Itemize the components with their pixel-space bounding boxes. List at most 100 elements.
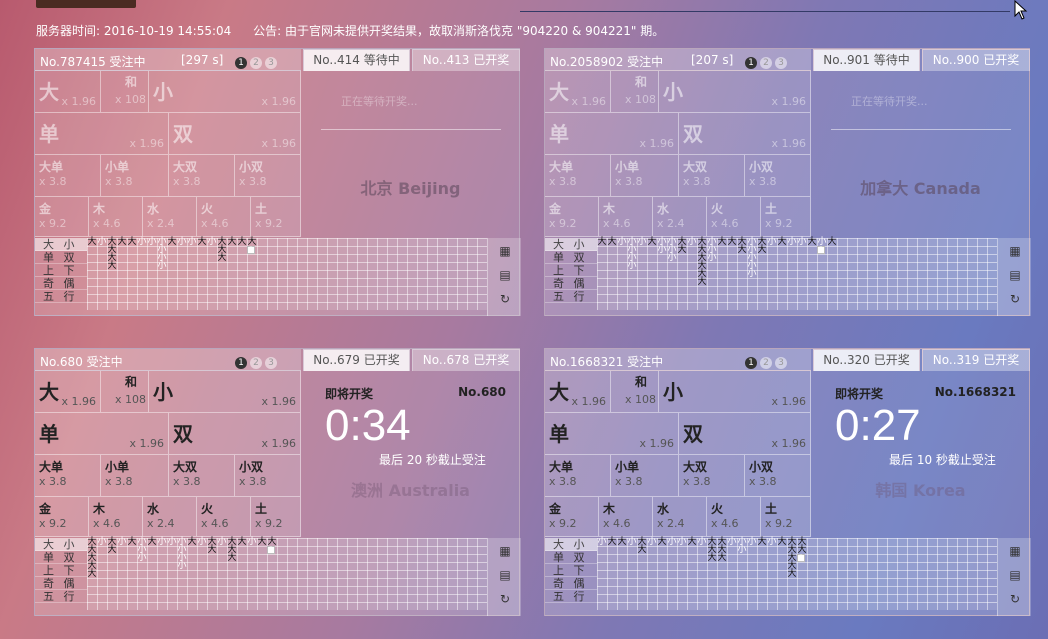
bet-dan[interactable]: 单 x 1.96 [35, 113, 169, 155]
pagination-dot[interactable]: 1 [745, 57, 757, 69]
bet-tu[interactable]: 土x 9.2 [761, 197, 811, 237]
bet-huo[interactable]: 火x 4.6 [707, 197, 761, 237]
tab-previous-draw[interactable]: No..900 已开奖 [922, 49, 1030, 71]
tab-current-draw[interactable]: No..320 已开奖 [813, 349, 920, 371]
bet-da[interactable]: 大x 1.96 [35, 371, 101, 413]
bet-shuang[interactable]: 双 x 1.96 [679, 113, 811, 155]
bet-huo[interactable]: 火x 4.6 [197, 497, 251, 537]
bet-xiaoshuang[interactable]: 小双 x 3.8 [745, 455, 811, 497]
grid-icon[interactable]: ▦ [498, 244, 512, 258]
bet-xiaodan[interactable]: 小单 x 3.8 [611, 155, 679, 197]
trend-row-label[interactable]: 五 行 [35, 290, 87, 303]
bet-huo[interactable]: 火x 4.6 [707, 497, 761, 537]
grid-icon[interactable]: ▦ [498, 544, 512, 558]
bet-jin[interactable]: 金x 9.2 [545, 197, 599, 237]
bet-shuang[interactable]: 双 x 1.96 [679, 413, 811, 455]
bet-dashuang[interactable]: 大双 x 3.8 [679, 155, 745, 197]
bet-xiaoshuang[interactable]: 小双 x 3.8 [235, 455, 301, 497]
pagination-dot[interactable]: 2 [760, 57, 772, 69]
bet-xiaodan[interactable]: 小单 x 3.8 [101, 155, 169, 197]
pagination-dot[interactable]: 2 [760, 357, 772, 369]
bet-dadan[interactable]: 大单 x 3.8 [35, 155, 101, 197]
trend-row-label[interactable]: 单 双 [35, 251, 87, 264]
tab-previous-draw[interactable]: No..319 已开奖 [922, 349, 1030, 371]
trend-row-label[interactable]: 五 行 [545, 590, 597, 603]
trend-row-label[interactable]: 五 行 [35, 590, 87, 603]
bet-shui[interactable]: 水x 2.4 [653, 497, 707, 537]
trend-row-label[interactable]: 上 下 [545, 564, 597, 577]
bet-he[interactable]: 和 x 108 [611, 71, 659, 113]
bet-mu[interactable]: 木x 4.6 [89, 197, 143, 237]
bet-da[interactable]: 大x 1.96 [545, 371, 611, 413]
pagination-dot[interactable]: 2 [250, 357, 262, 369]
trend-row-label[interactable]: 五 行 [545, 290, 597, 303]
bet-shuang[interactable]: 双 x 1.96 [169, 113, 301, 155]
tab-current-draw[interactable]: No..679 已开奖 [303, 349, 410, 371]
pagination-dot[interactable]: 3 [775, 357, 787, 369]
list-icon[interactable]: ▤ [498, 568, 512, 582]
bet-he[interactable]: 和 x 108 [101, 71, 149, 113]
bet-jin[interactable]: 金x 9.2 [35, 197, 89, 237]
tab-current-draw[interactable]: No..414 等待中 [303, 49, 410, 71]
refresh-icon[interactable]: ↻ [498, 592, 512, 606]
bet-jin[interactable]: 金x 9.2 [545, 497, 599, 537]
pagination-dot[interactable]: 3 [265, 357, 277, 369]
bet-xiao[interactable]: 小 x 1.96 [659, 371, 811, 413]
bet-dadan[interactable]: 大单 x 3.8 [545, 155, 611, 197]
trend-row-label[interactable]: 奇 偶 [545, 277, 597, 290]
bet-xiaoshuang[interactable]: 小双 x 3.8 [745, 155, 811, 197]
bet-dashuang[interactable]: 大双 x 3.8 [679, 455, 745, 497]
trend-row-label[interactable]: 上 下 [545, 264, 597, 277]
bet-shui[interactable]: 水x 2.4 [143, 197, 197, 237]
bet-dashuang[interactable]: 大双 x 3.8 [169, 455, 235, 497]
bet-xiao[interactable]: 小 x 1.96 [149, 371, 301, 413]
bet-dan[interactable]: 单 x 1.96 [545, 113, 679, 155]
bet-tu[interactable]: 土x 9.2 [251, 497, 301, 537]
refresh-icon[interactable]: ↻ [1008, 592, 1022, 606]
grid-icon[interactable]: ▦ [1008, 244, 1022, 258]
bet-he[interactable]: 和 x 108 [101, 371, 149, 413]
trend-row-label[interactable]: 大 小 [35, 238, 87, 251]
bet-dadan[interactable]: 大单 x 3.8 [545, 455, 611, 497]
list-icon[interactable]: ▤ [1008, 568, 1022, 582]
bet-shui[interactable]: 水x 2.4 [653, 197, 707, 237]
trend-row-label[interactable]: 大 小 [545, 238, 597, 251]
bet-dadan[interactable]: 大单 x 3.8 [35, 455, 101, 497]
trend-row-label[interactable]: 上 下 [35, 564, 87, 577]
bet-mu[interactable]: 木x 4.6 [89, 497, 143, 537]
bet-dan[interactable]: 单 x 1.96 [35, 413, 169, 455]
trend-row-label[interactable]: 上 下 [35, 264, 87, 277]
trend-row-label[interactable]: 单 双 [35, 551, 87, 564]
list-icon[interactable]: ▤ [1008, 268, 1022, 282]
bet-shuang[interactable]: 双 x 1.96 [169, 413, 301, 455]
trend-row-label[interactable]: 奇 偶 [35, 277, 87, 290]
trend-row-label[interactable]: 奇 偶 [545, 577, 597, 590]
bet-he[interactable]: 和 x 108 [611, 371, 659, 413]
bet-xiao[interactable]: 小 x 1.96 [659, 71, 811, 113]
trend-row-label[interactable]: 奇 偶 [35, 577, 87, 590]
bet-xiao[interactable]: 小 x 1.96 [149, 71, 301, 113]
pagination-dot[interactable]: 1 [745, 357, 757, 369]
refresh-icon[interactable]: ↻ [1008, 292, 1022, 306]
bet-shui[interactable]: 水x 2.4 [143, 497, 197, 537]
bet-tu[interactable]: 土x 9.2 [251, 197, 301, 237]
bet-dan[interactable]: 单 x 1.96 [545, 413, 679, 455]
bet-huo[interactable]: 火x 4.6 [197, 197, 251, 237]
bet-dashuang[interactable]: 大双 x 3.8 [169, 155, 235, 197]
bet-xiaodan[interactable]: 小单 x 3.8 [101, 455, 169, 497]
pagination-dot[interactable]: 3 [265, 57, 277, 69]
tab-current-draw[interactable]: No..901 等待中 [813, 49, 920, 71]
pagination-dot[interactable]: 2 [250, 57, 262, 69]
bet-jin[interactable]: 金x 9.2 [35, 497, 89, 537]
grid-icon[interactable]: ▦ [1008, 544, 1022, 558]
bet-tu[interactable]: 土x 9.2 [761, 497, 811, 537]
bet-da[interactable]: 大x 1.96 [35, 71, 101, 113]
pagination-dot[interactable]: 1 [235, 57, 247, 69]
trend-row-label[interactable]: 大 小 [35, 538, 87, 551]
bet-mu[interactable]: 木x 4.6 [599, 497, 653, 537]
pagination-dot[interactable]: 1 [235, 357, 247, 369]
bet-xiaodan[interactable]: 小单 x 3.8 [611, 455, 679, 497]
refresh-icon[interactable]: ↻ [498, 292, 512, 306]
bet-da[interactable]: 大x 1.96 [545, 71, 611, 113]
trend-row-label[interactable]: 单 双 [545, 551, 597, 564]
